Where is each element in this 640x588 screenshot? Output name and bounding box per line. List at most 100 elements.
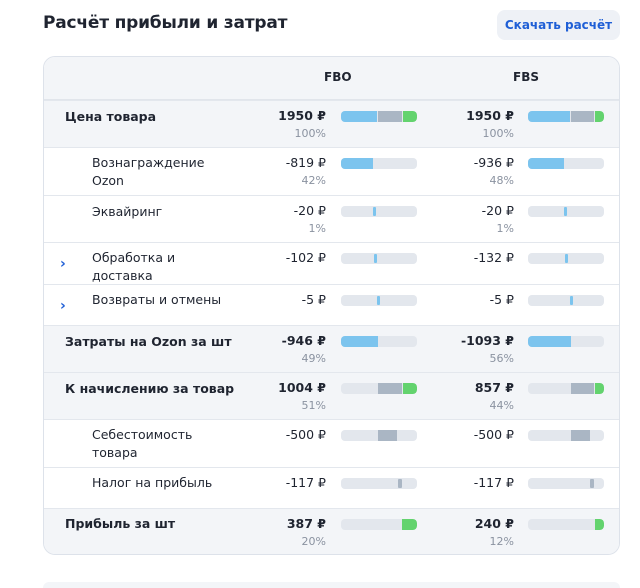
bar-segment-delivery: [374, 254, 377, 263]
header: Расчёт прибыли и затрат Скачать расчёт: [43, 10, 620, 40]
fbo-bar: [341, 519, 417, 530]
fbo-percent: 1%: [308, 222, 326, 235]
page-title: Расчёт прибыли и затрат: [43, 13, 288, 33]
fbo-bar: [341, 253, 417, 264]
fbo-amount: 387 ₽: [286, 516, 326, 531]
fbo-amount: -20 ₽: [293, 203, 326, 218]
fbs-bar: [528, 336, 604, 347]
fbo-amount: -500 ₽: [285, 427, 326, 442]
row-label: Себестоимость товара: [92, 427, 193, 460]
bar-segment-delivery: [565, 254, 568, 263]
fbo-amount: -946 ₽: [281, 333, 326, 348]
bar-segment-commission: [341, 111, 377, 122]
row-label: Вознаграждение Ozon: [92, 155, 205, 188]
fbo-bar: [341, 206, 417, 217]
row-label: Прибыль за шт: [65, 516, 176, 531]
fbs-bar: [528, 158, 604, 169]
chevron-right-icon[interactable]: ›: [60, 257, 74, 271]
fbs-percent: 56%: [489, 352, 514, 365]
fbo-percent: 49%: [301, 352, 326, 365]
fbs-bar: [528, 111, 604, 122]
fbs-amount: -936 ₽: [473, 155, 514, 170]
bar-segment-profit: [402, 519, 417, 530]
fbs-amount: 1950 ₽: [466, 108, 514, 123]
fbs-percent: 1%: [496, 222, 514, 235]
column-header-fbs: FBS: [513, 70, 539, 84]
row-returns-cancellations[interactable]: › Возвраты и отмены -5 ₽ -5 ₽: [44, 284, 619, 325]
row-label: Эквайринг: [92, 204, 163, 219]
bar-segment-profit: [595, 111, 604, 122]
row-ozon-commission: Вознаграждение Ozon -819 ₽ 42% -936 ₽ 48…: [44, 147, 619, 195]
calculation-table: FBO FBS Цена товара 1950 ₽ 100% 1950 ₽ 1…: [43, 56, 620, 555]
bar-segment-profit: [595, 383, 604, 394]
bar-segment-returns: [377, 296, 380, 305]
bar-segment-cost: [571, 383, 594, 394]
fbo-amount: -117 ₽: [285, 475, 326, 490]
row-price: Цена товара 1950 ₽ 100% 1950 ₽ 100%: [44, 100, 619, 147]
row-label: К начислению за товар: [65, 381, 235, 396]
fbs-bar: [528, 295, 604, 306]
fbs-percent: 100%: [482, 127, 514, 140]
fbs-amount: -1093 ₽: [460, 333, 514, 348]
fbo-percent: 20%: [301, 535, 326, 548]
fbs-percent: 12%: [489, 535, 514, 548]
bar-segment-cost: [378, 111, 402, 122]
row-label: Возвраты и отмены: [92, 292, 222, 307]
fbs-percent: 48%: [489, 174, 514, 187]
bar-segment-cost: [378, 430, 397, 441]
row-profit-tax: Налог на прибыль -117 ₽ -117 ₽: [44, 467, 619, 508]
fbs-bar: [528, 519, 604, 530]
fbo-percent: 51%: [301, 399, 326, 412]
row-profit-per-unit: Прибыль за шт 387 ₽ 20% 240 ₽ 12%: [44, 508, 619, 554]
bar-segment-returns: [570, 296, 573, 305]
bar-segment-profit: [403, 111, 417, 122]
fbs-amount: -5 ₽: [489, 292, 514, 307]
bar-segment-commission: [341, 158, 373, 169]
bar-segment-acquiring: [564, 207, 567, 216]
fbo-amount: -5 ₽: [301, 292, 326, 307]
fbs-amount: 240 ₽: [474, 516, 514, 531]
bar-segment-tax: [398, 479, 402, 488]
fbs-amount: -500 ₽: [473, 427, 514, 442]
bar-segment-acquiring: [373, 207, 376, 216]
bar-segment-cost: [571, 430, 590, 441]
row-accrual: К начислению за товар 1004 ₽ 51% 857 ₽ 4…: [44, 372, 619, 419]
fbs-bar: [528, 430, 604, 441]
next-section-edge: [43, 582, 620, 588]
column-header-fbo: FBO: [324, 70, 352, 84]
row-ozon-costs-per-unit: Затраты на Ozon за шт -946 ₽ 49% -1093 ₽…: [44, 325, 619, 372]
chevron-right-icon[interactable]: ›: [60, 299, 74, 313]
row-label: Затраты на Ozon за шт: [65, 334, 232, 349]
fbo-bar: [341, 478, 417, 489]
download-calculation-button[interactable]: Скачать расчёт: [497, 10, 620, 40]
fbs-percent: 44%: [489, 399, 514, 412]
fbo-amount: 1004 ₽: [278, 380, 326, 395]
row-processing-delivery[interactable]: › Обработка и доставка -102 ₽ -132 ₽: [44, 242, 619, 284]
bar-segment-cost: [378, 383, 402, 394]
row-label: Обработка и доставка: [92, 250, 176, 283]
fbs-bar: [528, 478, 604, 489]
bar-segment-commission: [528, 158, 564, 169]
row-acquiring: Эквайринг -20 ₽ 1% -20 ₽ 1%: [44, 195, 619, 242]
fbs-amount: 857 ₽: [474, 380, 514, 395]
bar-segment-profit: [595, 519, 604, 530]
fbs-amount: -20 ₽: [481, 203, 514, 218]
bar-segment-ozon-costs: [528, 336, 571, 347]
fbs-amount: -132 ₽: [473, 250, 514, 265]
fbo-percent: 42%: [301, 174, 326, 187]
fbs-amount: -117 ₽: [473, 475, 514, 490]
fbo-bar: [341, 383, 417, 394]
fbs-bar: [528, 206, 604, 217]
fbo-bar: [341, 430, 417, 441]
fbo-percent: 100%: [294, 127, 326, 140]
fbo-amount: -102 ₽: [285, 250, 326, 265]
fbo-amount: -819 ₽: [285, 155, 326, 170]
fbo-bar: [341, 295, 417, 306]
row-label: Налог на прибыль: [92, 475, 213, 490]
bar-segment-profit: [403, 383, 417, 394]
table-header: FBO FBS: [44, 57, 619, 100]
fbo-bar: [341, 111, 417, 122]
fbo-bar: [341, 158, 417, 169]
row-cost-price: Себестоимость товара -500 ₽ -500 ₽: [44, 419, 619, 467]
bar-segment-tax: [590, 479, 594, 488]
